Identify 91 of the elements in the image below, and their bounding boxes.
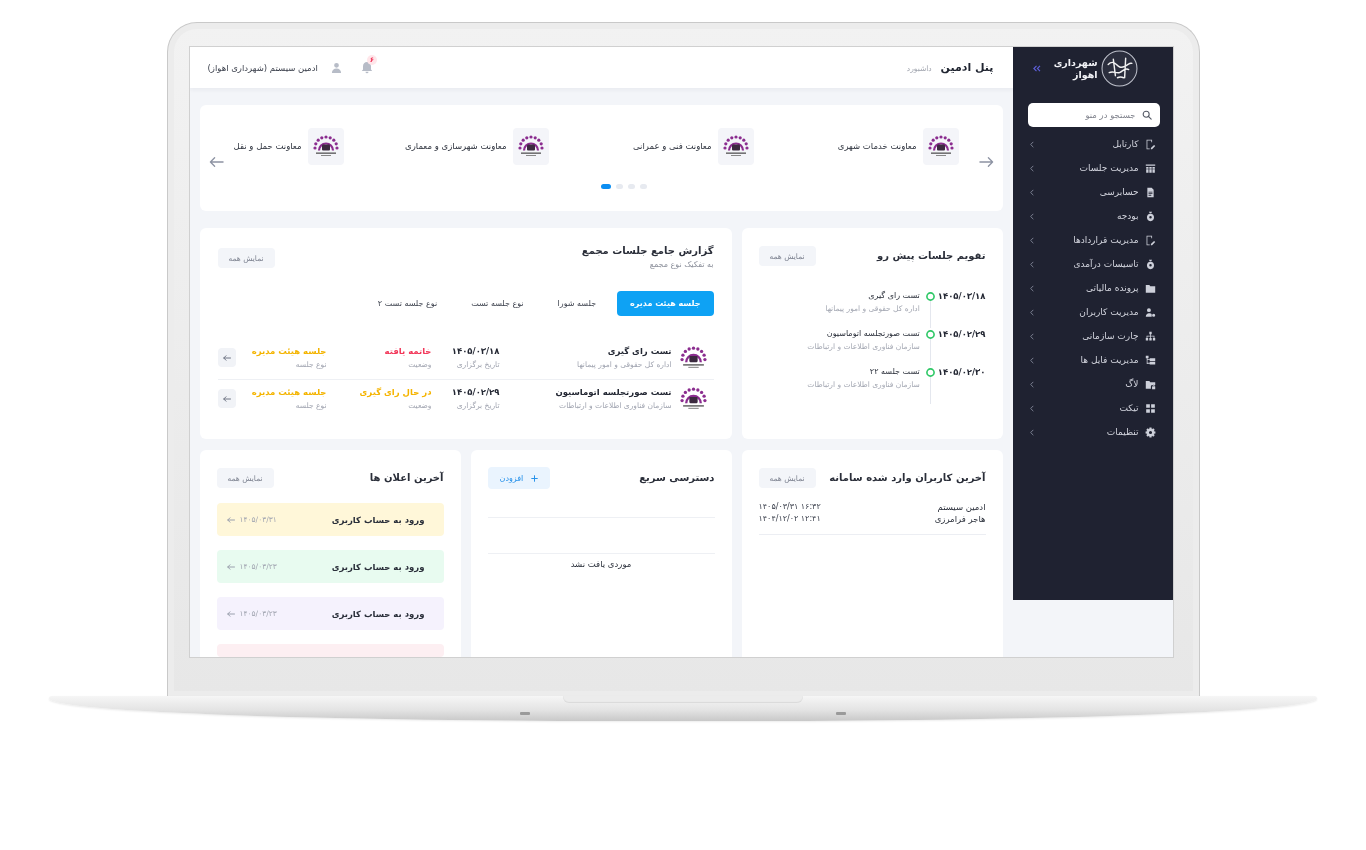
grid-icon: [1144, 402, 1156, 414]
user-name[interactable]: ادمین سیستم (شهرداری اهواز): [207, 62, 318, 73]
user-name: ادمین سیستم: [937, 501, 986, 513]
prev-arrow-button[interactable]: [208, 156, 224, 168]
table-icon: [1144, 162, 1156, 174]
left-arrow-icon: [226, 563, 235, 570]
meeting-status: خاتمه یافته: [384, 345, 432, 358]
event-title[interactable]: تست رای گیری: [868, 290, 920, 302]
menu-item[interactable]: مدیریت کاربران: [1025, 300, 1160, 324]
plus-icon: [531, 474, 539, 482]
left-arrow-icon: [226, 610, 235, 617]
menu-item[interactable]: تاسیسات درآمدی: [1025, 252, 1160, 276]
open-button[interactable]: [217, 348, 236, 367]
menu-item[interactable]: پرونده مالیاتی: [1025, 276, 1160, 300]
department-name[interactable]: معاونت فنی و عمرانی: [633, 141, 712, 151]
settings-icon: [1144, 426, 1156, 438]
login-time: ۱۴۰۴/۱۲/۰۲ ۱۲:۴۱: [758, 513, 821, 525]
user-name: هاجر فرامرزی: [934, 513, 986, 525]
event-date: ۱۴۰۵/۰۲/۲۹: [937, 328, 986, 340]
department-name[interactable]: معاونت شهرسازی و معماری: [405, 141, 507, 151]
tab[interactable]: نوع جلسه تست ۲: [364, 291, 451, 316]
page-title: پنل ادمین: [940, 61, 994, 74]
tab[interactable]: جلسه شورا: [544, 291, 610, 316]
double-chevron-icon[interactable]: [1031, 65, 1041, 72]
bell-icon[interactable]: [359, 61, 374, 74]
emblem-icon: [717, 127, 754, 165]
emblem-icon: [679, 386, 707, 411]
list-tree-icon: [1144, 354, 1156, 366]
menu-item[interactable]: بودجه: [1025, 204, 1160, 228]
menu-item[interactable]: مدیریت فایل ها: [1025, 348, 1160, 372]
card-title: تقویم جلسات پیش رو: [877, 249, 986, 264]
timeline-dot-icon: [925, 329, 935, 339]
brand-name: شهرداری اهواز: [1053, 56, 1098, 81]
open-button[interactable]: [217, 389, 236, 408]
menu-item[interactable]: حسابرسی: [1025, 180, 1160, 204]
org-chart-icon: [1144, 330, 1156, 342]
document-pencil-icon: [1144, 234, 1156, 246]
folder-icon: [1144, 282, 1156, 294]
notification-title[interactable]: ورود به حساب کاربری: [331, 608, 425, 619]
meeting-date: ۱۴۰۵/۰۲/۲۹: [451, 386, 500, 399]
menu-item[interactable]: چارت سازمانی: [1025, 324, 1160, 348]
department-name[interactable]: معاونت حمل و نقل: [233, 141, 302, 151]
meeting-date: ۱۴۰۵/۰۳/۱۸: [451, 345, 500, 358]
event-title[interactable]: تست جلسه ۲۲: [869, 366, 920, 378]
menu-item[interactable]: تیکت: [1025, 396, 1160, 420]
emblem-icon: [922, 127, 959, 165]
user-gear-icon: [1144, 306, 1156, 318]
card-subtitle: به تفکیک نوع مجمع: [649, 259, 714, 271]
search-icon: [1141, 110, 1152, 120]
emblem-icon: [307, 127, 344, 165]
left-arrow-icon: [222, 395, 231, 402]
meeting-type: جلسه هیئت مدیره: [251, 386, 327, 399]
event-date: ۱۴۰۵/۰۲/۳۰: [937, 366, 986, 378]
card-title: آخرین اعلان ها: [369, 470, 444, 486]
timeline-dot-icon: [925, 367, 935, 377]
card-title: آخرین کاربران وارد شده سامانه: [829, 470, 986, 486]
card-title: دسترسی سریع: [639, 471, 715, 486]
logo-icon: [1100, 50, 1138, 87]
notification-title[interactable]: ورود به حساب کاربری: [331, 561, 425, 572]
menu-item[interactable]: کارتابل: [1025, 132, 1160, 156]
timeline-dot-icon: [925, 291, 935, 301]
meeting-title[interactable]: تست رای گیری: [607, 344, 672, 358]
menu-item[interactable]: مدیریت جلسات: [1025, 156, 1160, 180]
meeting-title[interactable]: تست صورتجلسه اتوماسیون: [555, 385, 672, 399]
department-name[interactable]: معاونت خدمات شهری: [837, 141, 917, 151]
menu-item[interactable]: تنظیمات: [1025, 420, 1160, 444]
stopwatch-icon: [1144, 258, 1156, 270]
event-date: ۱۴۰۵/۰۳/۱۸: [937, 290, 986, 302]
meeting-type: جلسه هیئت مدیره: [251, 345, 327, 358]
left-arrow-icon: [226, 516, 235, 523]
document-pencil-icon: [1144, 138, 1156, 150]
event-title[interactable]: تست صورتجلسه اتوماسیون: [826, 328, 920, 340]
stopwatch-icon: [1144, 210, 1156, 222]
emblem-icon: [679, 345, 707, 370]
empty-message: موردی یافت نشد: [487, 553, 715, 570]
menu-item[interactable]: لاگ: [1025, 372, 1160, 396]
menu-item[interactable]: مدیریت قراردادها: [1025, 228, 1160, 252]
card-title: گزارش جامع جلسات مجمع: [581, 244, 714, 258]
right-arrow-icon: [978, 156, 994, 168]
tab[interactable]: نوع جلسه تست: [458, 291, 537, 316]
next-arrow-button[interactable]: [978, 156, 994, 168]
emblem-icon: [512, 127, 549, 165]
folder-lock-icon: [1144, 378, 1156, 390]
left-arrow-icon: [208, 156, 224, 168]
file-icon: [1144, 186, 1156, 198]
left-arrow-icon: [222, 354, 231, 361]
notification-title[interactable]: ورود به حساب کاربری: [331, 514, 425, 525]
meeting-status: در حال رای گیری: [359, 386, 432, 399]
user-icon: [330, 62, 342, 73]
login-time: ۱۴۰۵/۰۳/۳۱ ۱۶:۳۲: [758, 501, 821, 513]
search-field[interactable]: جستجو در منو: [1027, 103, 1160, 127]
